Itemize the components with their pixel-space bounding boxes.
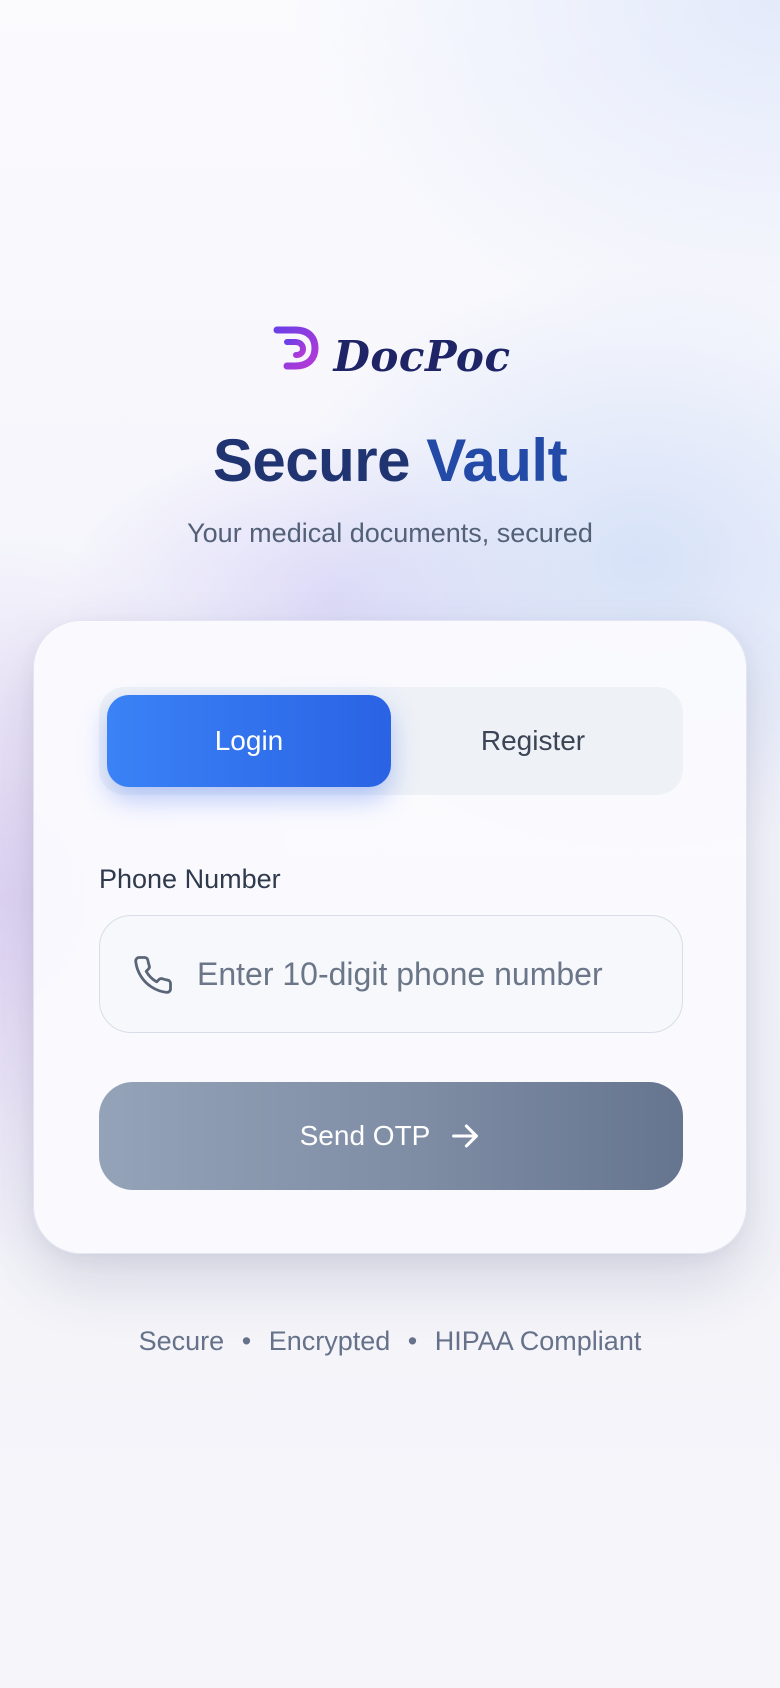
arrow-right-icon xyxy=(452,1124,479,1148)
docpoc-logo-icon xyxy=(273,324,319,394)
page-subtitle: Your medical documents, secured xyxy=(187,518,593,548)
auth-tabs: Login Register xyxy=(99,687,683,795)
send-otp-button[interactable]: Send OTP xyxy=(99,1082,683,1190)
security-footer: Secure • Encrypted • HIPAA Compliant xyxy=(0,1326,780,1357)
title-word-vault: Vault xyxy=(426,427,568,494)
phone-input[interactable] xyxy=(197,916,667,1032)
send-otp-label: Send OTP xyxy=(299,1120,431,1151)
tab-register[interactable]: Register xyxy=(391,695,675,787)
footer-separator: • xyxy=(241,1326,252,1356)
footer-item-hipaa: HIPAA Compliant xyxy=(434,1326,642,1356)
phone-field[interactable] xyxy=(99,915,683,1033)
auth-card: Login Register Phone Number Send OTP xyxy=(33,620,747,1254)
footer-item-secure: Secure xyxy=(138,1326,225,1356)
phone-icon xyxy=(134,956,172,994)
brand-header: DocPoc xyxy=(0,322,780,394)
footer-separator: • xyxy=(407,1326,418,1356)
title-word-secure: Secure xyxy=(212,427,411,494)
tab-login[interactable]: Login xyxy=(107,695,391,787)
page-title: Secure Vault xyxy=(0,425,780,497)
footer-item-encrypted: Encrypted xyxy=(268,1326,391,1356)
phone-number-label: Phone Number xyxy=(99,864,281,894)
brand-name: DocPoc xyxy=(333,331,511,381)
